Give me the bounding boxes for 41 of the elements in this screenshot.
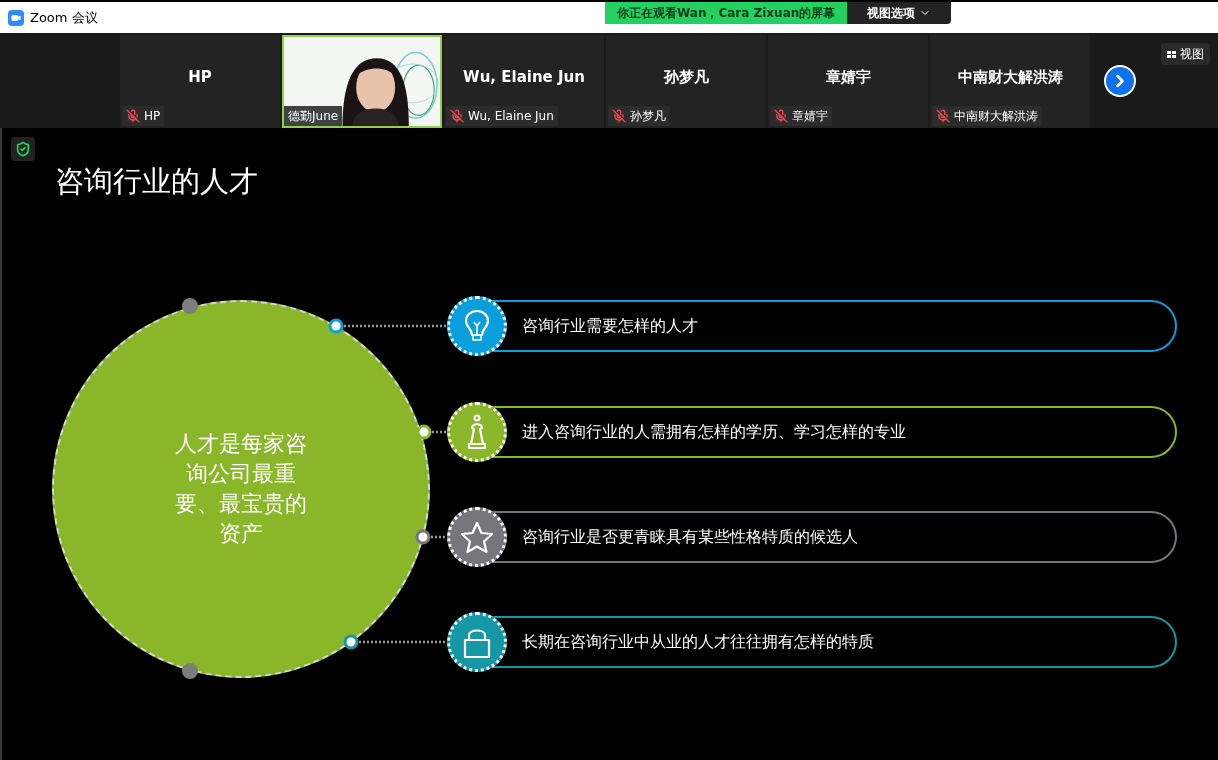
participant-name: 孙梦凡: [663, 67, 709, 89]
sharing-banner: 你正在观看Wan，Cara Zixuan的屏幕: [605, 2, 848, 24]
center-text: 人才是每家咨询公司最重要、最宝贵的资产: [174, 430, 308, 548]
app-icon: [8, 9, 24, 26]
participant-name: 章婧宇: [825, 67, 871, 89]
label-text: 中南财大解洪涛: [954, 108, 1038, 125]
item-text: 咨询行业是否更青睐具有某些性格特质的候选人: [522, 526, 858, 548]
view-options-button[interactable]: 视图选项: [847, 2, 952, 24]
star-icon: [460, 520, 494, 554]
view-button[interactable]: 视图: [1161, 43, 1210, 65]
node-dot: [182, 298, 198, 314]
security-badge: [11, 137, 35, 161]
light-bulb-icon: [464, 309, 490, 343]
participant-name: Wu, Elaine Jun: [463, 67, 585, 89]
muted-mic-icon: [774, 109, 788, 123]
participant-tile[interactable]: HP HP: [120, 35, 280, 128]
video-tile[interactable]: 德勤June: [282, 35, 442, 128]
muted-mic-icon: [126, 109, 140, 123]
label-text: HP: [144, 108, 161, 125]
item-text: 进入咨询行业的人需拥有怎样的学历、学习怎样的专业: [522, 421, 906, 443]
participant-tile[interactable]: 孙梦凡 孙梦凡: [606, 35, 766, 128]
muted-mic-icon: [612, 109, 626, 123]
muted-mic-icon: [936, 109, 950, 123]
participant-tile[interactable]: Wu, Elaine Jun Wu, Elaine Jun: [444, 35, 604, 128]
participant-tile[interactable]: 中南财大解洪涛 中南财大解洪涛: [930, 35, 1090, 128]
node-dot: [182, 663, 198, 679]
muted-mic-icon: [450, 109, 464, 123]
connector: [415, 529, 447, 545]
label-text: 孙梦凡: [630, 108, 666, 125]
chess-piece-icon: [466, 414, 488, 450]
participant-name: 中南财大解洪涛: [957, 67, 1063, 89]
label-text: 章婧宇: [792, 108, 828, 125]
next-page-button[interactable]: [1104, 65, 1136, 97]
item-text: 长期在咨询行业中从业的人才往往拥有怎样的特质: [522, 631, 874, 653]
participant-name: HP: [188, 67, 212, 89]
label-text: Wu, Elaine Jun: [468, 108, 554, 125]
label-text: 德勤June: [288, 108, 339, 125]
item-text: 咨询行业需要怎样的人才: [522, 315, 698, 337]
participant-tile[interactable]: 章婧宇 章婧宇: [768, 35, 928, 128]
window-title: Zoom 会议: [30, 8, 98, 27]
slide-title: 咨询行业的人才: [55, 163, 258, 200]
